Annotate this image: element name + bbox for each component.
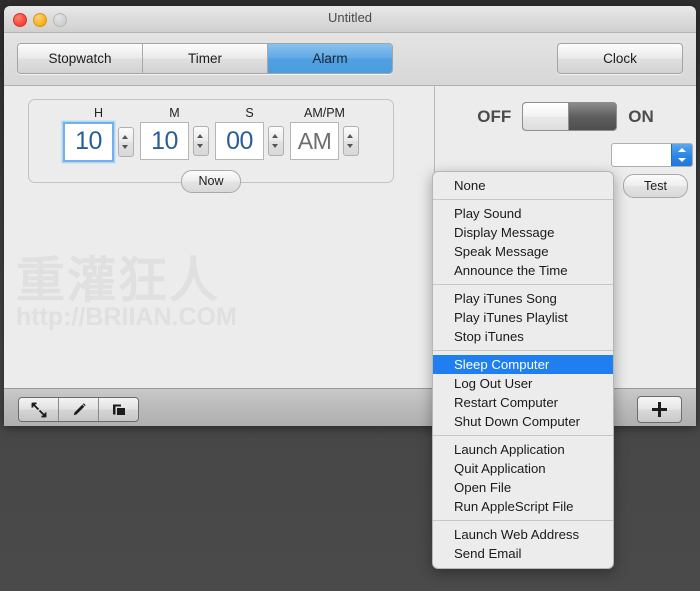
test-button[interactable]: Test (623, 174, 688, 198)
menu-item-quit-application[interactable]: Quit Application (433, 459, 613, 478)
menu-item-open-file[interactable]: Open File (433, 478, 613, 497)
watermark: 重灌狂人 http://BRIIAN.COM (16, 256, 237, 332)
menu-item-none[interactable]: None (433, 176, 613, 195)
clock-button[interactable]: Clock (557, 43, 683, 74)
meridiem-stepper[interactable] (343, 126, 359, 156)
left-pane: H 10 M 10 S 00 AM/PM AM Now 重灌狂人 http://… (4, 86, 434, 388)
menu-item-log-out-user[interactable]: Log Out User (433, 374, 613, 393)
minute-label: M (169, 106, 180, 120)
mode-segmented-control[interactable]: Stopwatch Timer Alarm (17, 43, 393, 74)
second-label: S (245, 106, 254, 120)
menu-item-launch-application[interactable]: Launch Application (433, 440, 613, 459)
second-stepper[interactable] (268, 126, 284, 156)
minute-input[interactable]: 10 (140, 122, 189, 160)
add-alarm-button[interactable] (637, 396, 682, 423)
now-button[interactable]: Now (181, 170, 241, 193)
meridiem-input[interactable]: AM (290, 122, 339, 160)
menu-separator (433, 284, 613, 285)
second-field-column: S 00 (215, 106, 284, 162)
menu-item-speak-message[interactable]: Speak Message (433, 242, 613, 261)
menu-item-send-email[interactable]: Send Email (433, 544, 613, 563)
menu-item-play-itunes-song[interactable]: Play iTunes Song (433, 289, 613, 308)
tab-alarm[interactable]: Alarm (268, 44, 392, 73)
menu-item-play-sound[interactable]: Play Sound (433, 204, 613, 223)
mode-toolbar: Stopwatch Timer Alarm Clock (4, 33, 696, 86)
hour-label: H (93, 106, 104, 120)
menu-item-launch-web-address[interactable]: Launch Web Address (433, 525, 613, 544)
hour-field-row: 10 (63, 122, 134, 162)
minute-stepper[interactable] (193, 126, 209, 156)
menu-separator (433, 435, 613, 436)
menu-separator (433, 520, 613, 521)
now-button-wrapper: Now (29, 170, 393, 193)
resize-collapse-icon[interactable] (19, 398, 59, 421)
watermark-url: http://BRIIAN.COM (16, 303, 237, 331)
meridiem-field-column: AM/PM AM (290, 106, 359, 162)
hour-input[interactable]: 10 (63, 122, 114, 162)
bottom-tool-group (18, 397, 139, 422)
alarm-toggle-switch[interactable] (522, 102, 618, 131)
menu-item-display-message[interactable]: Display Message (433, 223, 613, 242)
switch-off-label: OFF (477, 106, 512, 126)
minute-field-column: M 10 (140, 106, 209, 162)
time-fields: H 10 M 10 S 00 AM/PM AM (29, 100, 393, 162)
menu-item-play-itunes-playlist[interactable]: Play iTunes Playlist (433, 308, 613, 327)
alarm-switch-row: OFF ON (435, 102, 696, 131)
sound-combo-box[interactable] (611, 143, 693, 167)
second-field-row: 00 (215, 122, 284, 160)
time-picker-group: H 10 M 10 S 00 AM/PM AM Now (28, 99, 394, 193)
menu-item-run-applescript-file[interactable]: Run AppleScript File (433, 497, 613, 516)
menu-item-restart-computer[interactable]: Restart Computer (433, 393, 613, 412)
window-title: Untitled (327, 10, 373, 25)
meridiem-label: AM/PM (304, 106, 345, 120)
second-input[interactable]: 00 (215, 122, 264, 160)
combo-stepper-icon[interactable] (671, 144, 692, 166)
tab-stopwatch[interactable]: Stopwatch (18, 44, 143, 73)
meridiem-field-row: AM (290, 122, 359, 160)
duplicate-window-icon[interactable] (99, 398, 138, 421)
menu-item-shut-down-computer[interactable]: Shut Down Computer (433, 412, 613, 431)
alarm-action-popup-menu[interactable]: None Play Sound Display Message Speak Messa… (432, 171, 614, 569)
menu-item-stop-itunes[interactable]: Stop iTunes (433, 327, 613, 346)
menu-item-sleep-computer[interactable]: Sleep Computer (433, 355, 613, 374)
switch-on-label: ON (628, 106, 654, 126)
watermark-text: 重灌狂人 (16, 252, 221, 309)
menu-item-announce-the-time[interactable]: Announce the Time (433, 261, 613, 280)
menu-separator (433, 350, 613, 351)
window-titlebar: Untitled (4, 6, 696, 33)
tab-timer[interactable]: Timer (143, 44, 268, 73)
menu-separator (433, 199, 613, 200)
hour-field-column: H 10 (63, 106, 134, 162)
pencil-edit-icon[interactable] (59, 398, 99, 421)
alarm-toggle-knob[interactable] (523, 103, 570, 130)
minute-field-row: 10 (140, 122, 209, 160)
hour-stepper[interactable] (118, 127, 134, 157)
